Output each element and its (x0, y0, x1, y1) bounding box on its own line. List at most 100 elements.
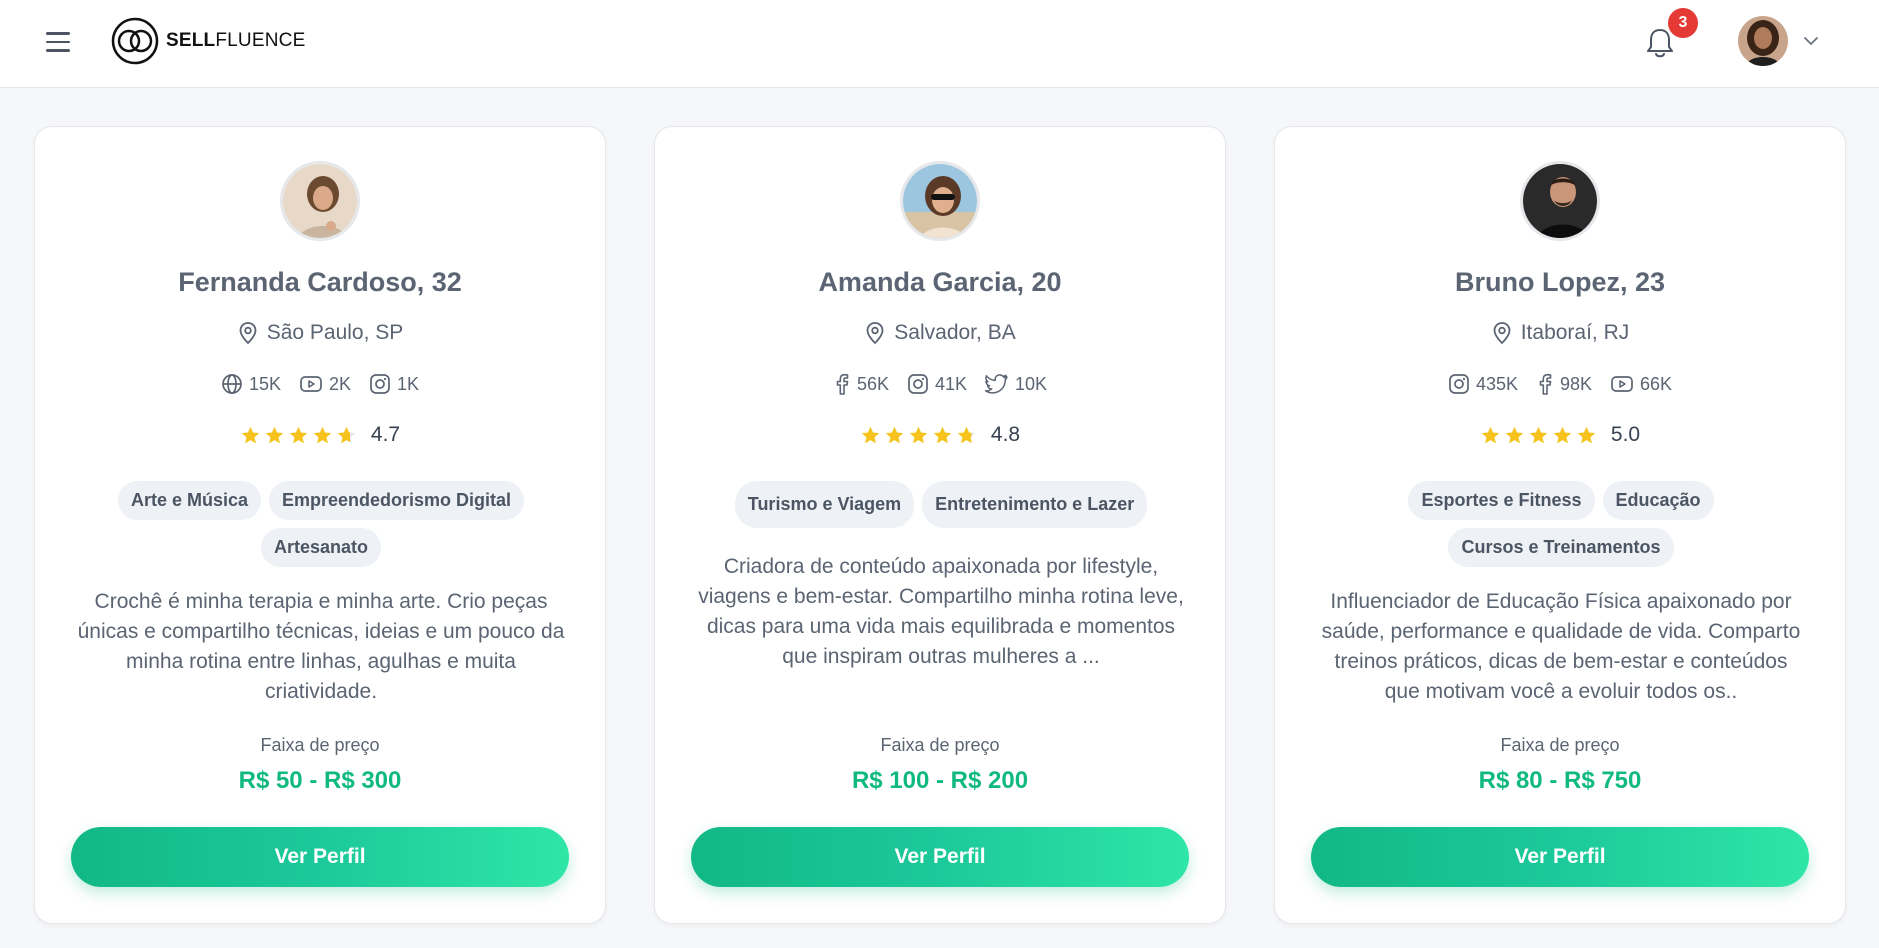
top-navbar: SELLFLUENCE 3 (0, 0, 1879, 88)
star-icon (265, 426, 284, 443)
social-count: 41K (934, 373, 968, 394)
globe-icon (222, 374, 242, 394)
social-stat[interactable]: 1K (369, 373, 419, 395)
influencer-location: Itaboraí, RJ (1275, 321, 1845, 345)
category-tags: Turismo e Viagem Entretenimento e Lazer (715, 481, 1167, 528)
influencer-card: Fernanda Cardoso, 32 São Paulo, SP 15K 2… (34, 126, 606, 924)
category-tag[interactable]: Empreendedorismo Digital (269, 481, 525, 520)
logo-text: SELLFLUENCE (166, 30, 306, 51)
social-stat[interactable]: 435K (1448, 373, 1518, 395)
view-profile-button[interactable]: Ver Perfil (1311, 827, 1809, 887)
instagram-icon (908, 374, 928, 394)
influencer-location: São Paulo, SP (35, 321, 605, 345)
star-icon (241, 426, 260, 443)
star-icon (313, 426, 332, 443)
rating: 5.0 (1275, 423, 1845, 447)
chevron-down-icon[interactable] (1800, 30, 1822, 52)
category-tag[interactable]: Cursos e Treinamentos (1448, 528, 1674, 567)
social-stat[interactable]: 41K (907, 373, 967, 395)
rating-value: 5.0 (1610, 423, 1641, 446)
star-icon (1553, 426, 1572, 443)
influencer-card: Bruno Lopez, 23 Itaboraí, RJ 435K 98K 66… (1274, 126, 1846, 924)
star-icon (885, 426, 904, 443)
star-icon (289, 426, 308, 443)
influencer-description: Crochê é minha terapia e minha arte. Cri… (77, 590, 565, 703)
user-avatar[interactable] (1738, 16, 1788, 66)
location-pin-icon (239, 322, 257, 345)
star-icon (1577, 426, 1596, 443)
category-tags: Esportes e Fitness Educação Cursos e Tre… (1335, 481, 1787, 567)
influencer-name: Fernanda Cardoso, 32 (178, 267, 462, 297)
social-stat[interactable]: 2K (299, 373, 351, 395)
social-count: 66K (1640, 373, 1673, 394)
youtube-icon (300, 376, 322, 392)
social-stat[interactable]: 10K (985, 373, 1047, 395)
youtube-icon (1611, 376, 1633, 392)
logo[interactable]: SELLFLUENCE (110, 16, 305, 66)
star-icon (909, 426, 928, 443)
category-tags: Arte e Música Empreendedorismo Digital A… (95, 481, 547, 567)
star-icon (861, 426, 880, 443)
star-icon (1529, 426, 1548, 443)
category-tag[interactable]: Entretenimento e Lazer (922, 481, 1148, 528)
twitter-icon (985, 374, 1008, 394)
category-tag[interactable]: Educação (1602, 481, 1714, 520)
social-stats: 15K 2K 1K (35, 373, 605, 395)
category-tag[interactable]: Esportes e Fitness (1408, 481, 1595, 520)
rating-stars (860, 425, 977, 446)
price-range-label: Faixa de preço (1500, 735, 1620, 755)
influencer-avatar[interactable] (280, 161, 360, 241)
facebook-icon (1539, 373, 1552, 395)
social-stat[interactable]: 56K (833, 373, 889, 395)
notification-count-badge: 3 (1668, 8, 1698, 38)
social-stat[interactable]: 98K (1536, 373, 1592, 395)
rating-stars (1480, 425, 1597, 446)
price-range-value: R$ 80 - R$ 750 (1478, 767, 1642, 794)
location-text: Itaboraí, RJ (1520, 321, 1630, 344)
influencer-location: Salvador, BA (655, 321, 1225, 345)
influencer-name: Amanda Garcia, 20 (818, 267, 1062, 297)
social-count: 15K (248, 373, 281, 394)
influencer-name: Bruno Lopez, 23 (1454, 267, 1665, 297)
rating-stars (240, 425, 357, 446)
price-range-label: Faixa de preço (260, 735, 380, 755)
influencer-avatar[interactable] (1520, 161, 1600, 241)
category-tag[interactable]: Turismo e Viagem (734, 481, 915, 528)
influencer-description: Criadora de conteúdo apaixonada por life… (698, 555, 1184, 668)
star-icon (1481, 426, 1500, 443)
social-count: 10K (1015, 373, 1048, 394)
social-count: 98K (1559, 373, 1593, 394)
social-stat[interactable]: 15K (221, 373, 281, 395)
star-icon (1505, 426, 1524, 443)
star-icon (957, 426, 976, 443)
rating: 4.7 (35, 423, 605, 447)
star-icon (337, 426, 356, 443)
price-range-label: Faixa de preço (880, 735, 1000, 755)
instagram-icon (1449, 374, 1469, 394)
location-text: Salvador, BA (894, 321, 1016, 344)
view-profile-button[interactable]: Ver Perfil (71, 827, 569, 887)
social-stats: 435K 98K 66K (1275, 373, 1845, 395)
social-stat[interactable]: 66K (1610, 373, 1672, 395)
logo-icon (111, 17, 159, 65)
influencer-description: Influenciador de Educação Física apaixon… (1321, 590, 1801, 703)
menu-icon[interactable] (46, 28, 76, 56)
location-text: São Paulo, SP (266, 321, 404, 344)
social-count: 2K (328, 373, 352, 394)
rating-value: 4.7 (370, 423, 401, 446)
facebook-icon (836, 373, 849, 395)
instagram-icon (370, 374, 390, 394)
rating-value: 4.8 (990, 423, 1021, 446)
category-tag[interactable]: Arte e Música (117, 481, 261, 520)
location-pin-icon (1493, 322, 1511, 345)
location-pin-icon (866, 322, 884, 345)
star-icon (933, 426, 952, 443)
social-count: 435K (1475, 373, 1518, 394)
category-tag[interactable]: Artesanato (260, 528, 382, 567)
influencer-card: Amanda Garcia, 20 Salvador, BA 56K 41K 1… (654, 126, 1226, 924)
social-count: 56K (856, 373, 889, 394)
view-profile-button[interactable]: Ver Perfil (691, 827, 1189, 887)
influencer-avatar[interactable] (900, 161, 980, 241)
social-count: 1K (397, 373, 420, 394)
price-range-value: R$ 100 - R$ 200 (851, 767, 1029, 794)
